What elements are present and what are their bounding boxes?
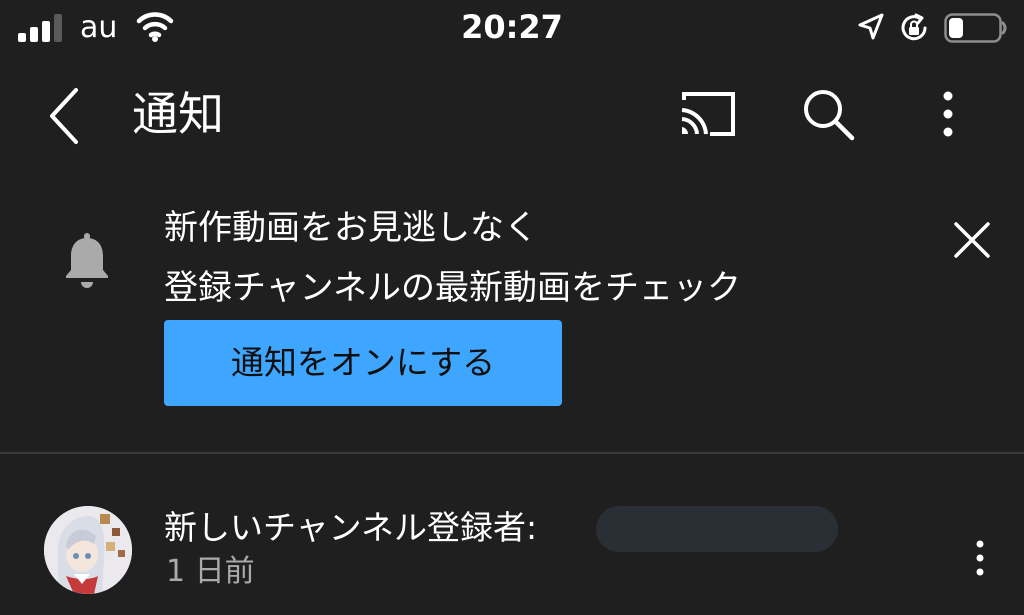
page-title: 通知 [132, 87, 224, 141]
turn-on-notifications-button[interactable]: 通知をオンにする [164, 320, 562, 406]
back-icon[interactable] [42, 86, 90, 146]
cast-icon[interactable] [676, 88, 738, 140]
search-icon[interactable] [800, 86, 856, 142]
orientation-lock-icon [901, 13, 927, 41]
bell-icon [66, 233, 108, 288]
avatar[interactable] [44, 506, 132, 594]
promo-description: 登録チャンネルの最新動画をチェック [164, 268, 741, 308]
redacted-channel-name [596, 506, 838, 552]
divider [0, 452, 1024, 454]
avatar-illustration [44, 506, 132, 594]
notification-promo-banner: 新作動画をお見逃しなく 登録チャンネルの最新動画をチェック 通知をオンにする [0, 170, 1024, 450]
battery-icon [944, 13, 1007, 43]
promo-headline: 新作動画をお見逃しなく [164, 208, 538, 248]
more-vert-icon[interactable] [930, 88, 966, 140]
notification-time: 1 日前 [166, 554, 255, 589]
app-bar: 通知 [0, 60, 1024, 170]
more-vert-icon[interactable] [962, 538, 998, 582]
notification-item[interactable]: 新しいチャンネル登録者: 1 日前 [0, 456, 1024, 615]
location-arrow-icon [858, 13, 884, 40]
close-icon[interactable] [950, 218, 994, 262]
status-bar: au 20:27 [0, 0, 1024, 60]
notification-message: 新しいチャンネル登録者: [164, 508, 538, 547]
